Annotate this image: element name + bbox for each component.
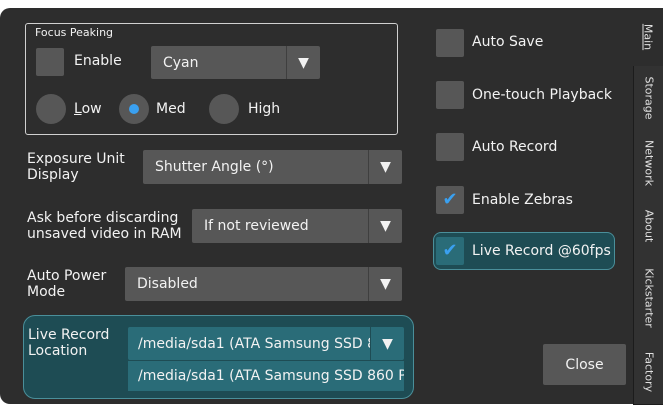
focus-peaking-enable-label: Enable <box>74 53 122 69</box>
live-record-location-label: Live Record Location <box>28 327 110 359</box>
tab-kickstarter[interactable]: Kickstarter <box>633 256 663 341</box>
tab-about[interactable]: About <box>633 196 663 257</box>
auto-save-checkbox[interactable] <box>436 29 464 57</box>
exposure-unit-value: Shutter Angle (°) <box>155 159 274 175</box>
checkmark-icon: ✔ <box>442 240 458 261</box>
radio-low-label: Low <box>74 101 102 117</box>
live-record-60fps-label: Live Record @60fps <box>472 243 611 259</box>
tab-storage-label: Storage <box>642 76 656 120</box>
auto-save-label: Auto Save <box>472 34 544 50</box>
live-record-location-select[interactable]: /media/sda1 (ATA Samsung SSD 86 ▼ <box>128 327 404 360</box>
radio-low[interactable] <box>36 94 66 124</box>
chevron-down-icon: ▼ <box>368 150 402 184</box>
exposure-unit-select[interactable]: Shutter Angle (°) ▼ <box>143 150 402 184</box>
enable-zebras-checkbox[interactable]: ✔ <box>436 186 464 214</box>
auto-power-label: Auto Power Mode <box>27 268 107 300</box>
chevron-down-icon: ▼ <box>370 327 404 360</box>
enable-zebras-label: Enable Zebras <box>472 192 573 208</box>
tab-factory-label: Factory <box>642 351 656 393</box>
live-record-60fps-row[interactable]: ✔ Live Record @60fps <box>433 232 615 270</box>
auto-record-checkbox[interactable] <box>436 133 464 161</box>
focus-peaking-color-select[interactable]: Cyan ▼ <box>151 46 320 79</box>
one-touch-playback-checkbox[interactable] <box>436 81 464 109</box>
tab-main[interactable]: Main <box>633 8 663 67</box>
ask-discard-label: Ask before discarding unsaved video in R… <box>27 210 182 242</box>
radio-med-label: Med <box>156 101 186 117</box>
close-button[interactable]: Close <box>543 344 626 385</box>
tab-main-label: Main <box>641 23 655 51</box>
focus-peaking-group: Focus Peaking Enable Cyan ▼ Low Med High <box>25 23 398 135</box>
chevron-down-icon: ▼ <box>368 267 402 301</box>
focus-peaking-enable-checkbox[interactable] <box>36 48 64 76</box>
settings-window: Focus Peaking Enable Cyan ▼ Low Med High… <box>0 8 663 405</box>
radio-selected-dot <box>129 104 139 114</box>
focus-peaking-title: Focus Peaking <box>35 26 114 39</box>
ask-discard-value: If not reviewed <box>204 218 309 234</box>
live-record-location-panel: Live Record Location /media/sda1 (ATA Sa… <box>23 315 414 399</box>
tab-about-label: About <box>642 209 656 243</box>
tab-kickstarter-label: Kickstarter <box>642 268 656 328</box>
checkmark-icon: ✔ <box>442 189 458 210</box>
chevron-down-icon: ▼ <box>286 46 320 79</box>
tab-network[interactable]: Network <box>633 130 663 197</box>
radio-high[interactable] <box>209 94 239 124</box>
chevron-down-icon: ▼ <box>368 209 402 243</box>
live-record-60fps-checkbox[interactable]: ✔ <box>436 237 464 265</box>
auto-record-label: Auto Record <box>472 139 558 155</box>
exposure-unit-label: Exposure Unit Display <box>27 151 125 183</box>
one-touch-playback-label: One-touch Playback <box>472 87 612 103</box>
close-button-label: Close <box>565 356 604 373</box>
live-record-location-value: /media/sda1 (ATA Samsung SSD 86 <box>138 335 370 352</box>
focus-peaking-color-value: Cyan <box>163 54 199 71</box>
radio-high-label: High <box>248 101 281 117</box>
live-record-location-option[interactable]: /media/sda1 (ATA Samsung SSD 860 P... <box>128 361 404 391</box>
tab-factory[interactable]: Factory <box>633 340 663 405</box>
ask-discard-select[interactable]: If not reviewed ▼ <box>192 209 402 243</box>
auto-power-select[interactable]: Disabled ▼ <box>125 267 402 301</box>
radio-med[interactable] <box>119 94 149 124</box>
tab-storage[interactable]: Storage <box>633 66 663 131</box>
tab-network-label: Network <box>642 140 656 186</box>
auto-power-value: Disabled <box>137 276 198 292</box>
